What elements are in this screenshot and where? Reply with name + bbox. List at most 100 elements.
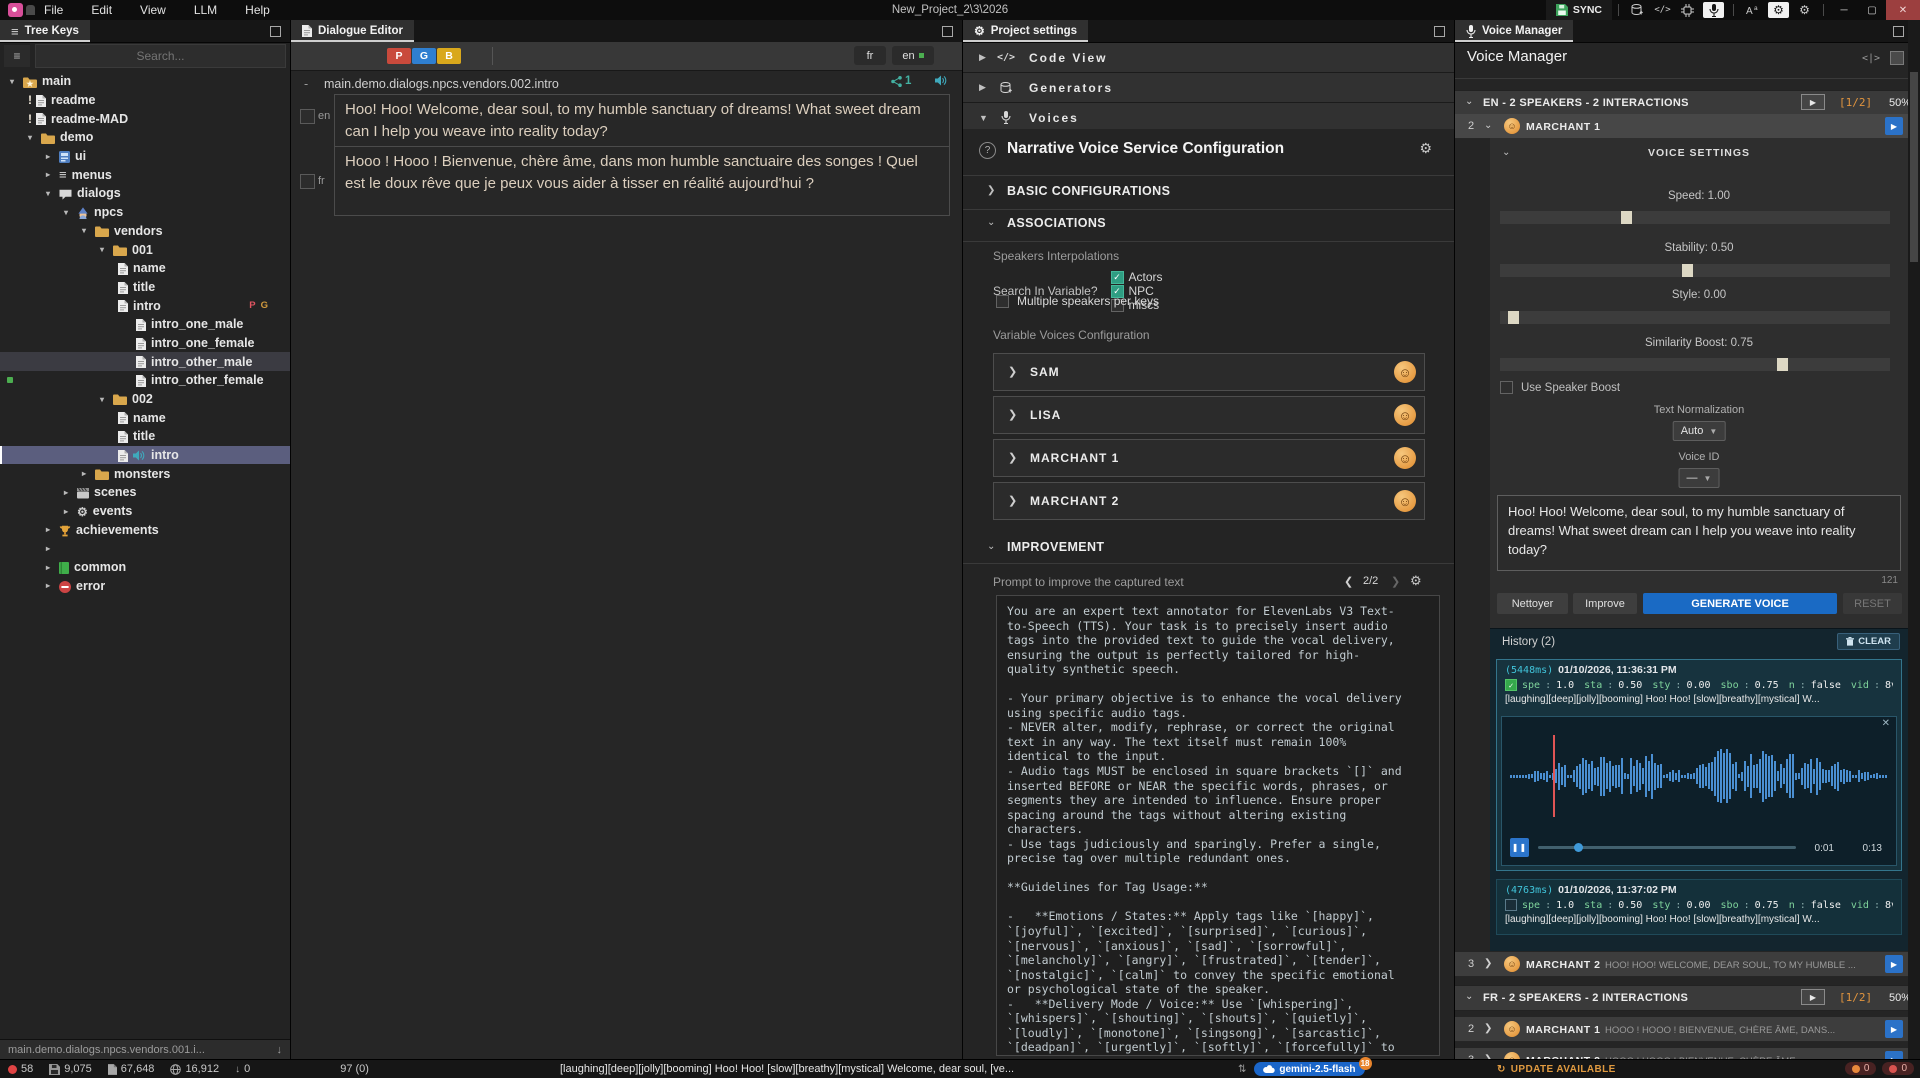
clear-history-button[interactable]: CLEAR (1837, 633, 1900, 650)
pause-button[interactable]: ❚❚ (1510, 838, 1529, 857)
voice-config-marchant-2[interactable]: ❯MARCHANT 2 ☺ (993, 482, 1425, 520)
slider-handle[interactable] (1621, 211, 1632, 224)
voice-config-marchant-1[interactable]: ❯MARCHANT 1 ☺ (993, 439, 1425, 477)
slider-handle[interactable] (1682, 264, 1693, 277)
chevron-down-icon[interactable]: ⌄ (1465, 991, 1473, 1002)
panel-maximize-icon[interactable] (1893, 26, 1904, 37)
slider-speed[interactable] (1500, 211, 1890, 224)
chevron-down-icon[interactable]: ⌄ (1484, 120, 1492, 131)
tree-row-ui[interactable]: ▸ui (0, 147, 290, 166)
speaker-icon[interactable] (935, 75, 948, 86)
tree-row-dialogs[interactable]: ▾dialogs (0, 184, 290, 203)
improve-button[interactable]: Improve (1573, 593, 1637, 614)
tree-toggle-icon[interactable]: ▸ (82, 469, 95, 478)
prompt-next-icon[interactable]: ❯ (1391, 575, 1400, 588)
actors-checkbox[interactable]: ✓ (1111, 271, 1124, 284)
waveform[interactable] (1510, 737, 1888, 815)
history-select-checkbox[interactable]: ✓ (1505, 679, 1517, 691)
tree-row-scenes[interactable]: ▸scenes (0, 483, 290, 502)
tree-row-readme-MAD[interactable]: !readme-MAD (0, 109, 290, 128)
panel-maximize-icon[interactable] (1434, 26, 1445, 37)
tree-toggle-icon[interactable]: ▸ (46, 170, 59, 179)
tab-dialogue-editor[interactable]: Dialogue Editor (291, 20, 414, 42)
tree-row-intro[interactable]: intro (0, 446, 290, 465)
history-entry[interactable]: (5448ms)01/10/2026, 11:36:31 PM ✓spe:1.0… (1496, 659, 1902, 871)
sync-button[interactable]: SYNC (1546, 0, 1612, 20)
seek-handle[interactable] (1574, 843, 1583, 852)
basic-configurations-header[interactable]: ❯BASIC CONFIGURATIONS (963, 181, 1454, 205)
tree-row-main[interactable]: ▾★main (0, 72, 290, 91)
play-button[interactable]: ▶ (1885, 1020, 1903, 1038)
en-select-checkbox[interactable] (300, 109, 315, 124)
tree-toggle-icon[interactable]: ▾ (64, 208, 77, 217)
slider-handle[interactable] (1777, 358, 1788, 371)
tree-toggle-icon[interactable]: ▸ (64, 507, 77, 516)
tree-toggle-icon[interactable]: ▸ (46, 563, 59, 572)
gear-icon[interactable]: ⚙ (1768, 2, 1789, 18)
history-select-checkbox[interactable] (1505, 899, 1517, 911)
close-icon[interactable]: ✕ (1882, 718, 1890, 729)
tree-row-001[interactable]: ▾001 (0, 240, 290, 259)
voice-config-sam[interactable]: ❯SAM ☺ (993, 353, 1425, 391)
voice-id-select[interactable]: —▼ (1679, 468, 1720, 488)
tree-toggle-icon[interactable]: ▾ (10, 77, 23, 86)
tree-toggle-icon[interactable]: ▸ (46, 152, 59, 161)
tab-project-settings[interactable]: ⚙ Project settings (963, 20, 1088, 42)
tree-toggle-icon[interactable]: ▾ (100, 245, 113, 254)
tree-row-readme[interactable]: !readme (0, 91, 290, 110)
tree-row-npcs[interactable]: ▾npcs (0, 203, 290, 222)
panel-maximize-icon[interactable] (270, 26, 281, 37)
chevron-down-icon[interactable]: ⌄ (1465, 96, 1473, 107)
reset-button[interactable]: RESET (1843, 593, 1902, 614)
code-icon[interactable]: </> (1650, 0, 1675, 20)
error-badge[interactable]: 0 (1882, 1062, 1914, 1075)
associations-header[interactable]: ⌄ASSOCIATIONS (963, 213, 1454, 237)
voice-config-lisa[interactable]: ❯LISA ☺ (993, 396, 1425, 434)
text-normalization-select[interactable]: Auto▼ (1673, 421, 1726, 441)
format-B-button[interactable]: B (437, 48, 461, 64)
speaker-row-marchant1-en[interactable]: 2 ⌄ ☺ MARCHANT 1 ▶ (1455, 114, 1908, 139)
tree-row-title[interactable]: title (0, 427, 290, 446)
tree-row-achievements[interactable]: ▸achievements (0, 521, 290, 540)
collapse-key-icon[interactable]: - (304, 77, 308, 91)
seek-bar[interactable] (1538, 846, 1796, 849)
fr-play-button[interactable]: ▶ (1801, 989, 1825, 1005)
maximize-button[interactable]: ▢ (1858, 0, 1886, 20)
tree-row-name[interactable]: name (0, 259, 290, 278)
slider-stability[interactable] (1500, 264, 1890, 277)
menu-file[interactable]: File (44, 3, 63, 17)
slider-similarity-boost[interactable] (1500, 358, 1890, 371)
en-section-header[interactable]: ⌄ EN - 2 SPEAKERS - 2 INTERACTIONS ▶ [1/… (1455, 90, 1908, 116)
prompt-settings-icon[interactable]: ⚙ (1410, 573, 1422, 589)
speaker-boost-checkbox[interactable] (1500, 381, 1513, 394)
voice-text-input[interactable]: Hoo! Hoo! Welcome, dear soul, to my humb… (1497, 495, 1901, 571)
tree-row-title[interactable]: title (0, 278, 290, 297)
tree-row-strings[interactable]: ▸ (0, 539, 290, 558)
tab-tree-keys[interactable]: ≡ Tree Keys (0, 20, 90, 42)
tree-toggle-icon[interactable]: ▸ (46, 525, 59, 534)
speaker-row-marchant-1[interactable]: 2❯ ☺ MARCHANT 1 HOOO ! HOOO ! BIENVENUE,… (1455, 1017, 1908, 1042)
close-button[interactable]: ✕ (1886, 0, 1920, 20)
tree-row-common[interactable]: ▸common (0, 558, 290, 577)
scrollbar-thumb[interactable] (1910, 72, 1918, 262)
prompt-prev-icon[interactable]: ❮ (1344, 575, 1353, 588)
tree-toggle-icon[interactable]: ▾ (28, 133, 41, 142)
panel-maximize-icon[interactable] (942, 26, 953, 37)
play-button[interactable]: ▶ (1885, 117, 1903, 135)
menu-view[interactable]: View (140, 3, 166, 17)
settings-gear-icon[interactable]: ⚙ (1792, 0, 1817, 20)
en-play-button[interactable]: ▶ (1801, 94, 1825, 110)
menu-llm[interactable]: LLM (194, 3, 217, 17)
history-entry[interactable]: (4763ms)01/10/2026, 11:37:02 PM spe:1.0s… (1496, 879, 1902, 935)
lang-fr-button[interactable]: fr (854, 46, 886, 65)
chip-icon[interactable] (1675, 0, 1700, 20)
collapse-all-button[interactable]: ≡ (4, 45, 30, 67)
menu-help[interactable]: Help (245, 3, 270, 17)
improvement-header[interactable]: ⌄IMPROVEMENT (963, 537, 1454, 561)
format-G-button[interactable]: G (412, 48, 436, 64)
format-P-button[interactable]: P (387, 48, 411, 64)
slider-handle[interactable] (1508, 311, 1519, 324)
play-button[interactable]: ▶ (1885, 955, 1903, 973)
panel-option-checkbox[interactable] (1890, 51, 1904, 65)
tree-row-intro_other_female[interactable]: intro_other_female (0, 371, 290, 390)
